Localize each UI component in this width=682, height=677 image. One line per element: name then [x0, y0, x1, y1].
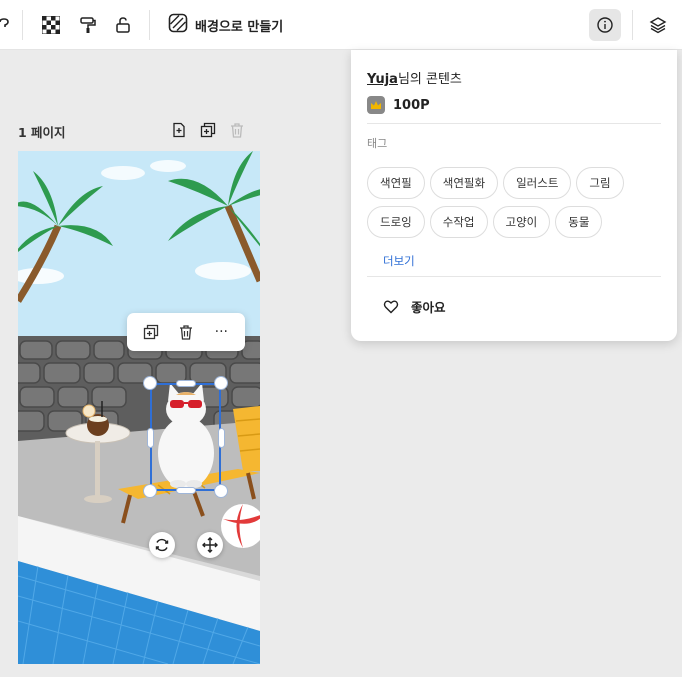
more-tags-link[interactable]: 더보기	[383, 253, 415, 269]
crown-icon	[367, 96, 385, 114]
help-icon[interactable]	[0, 13, 16, 37]
info-button[interactable]	[589, 9, 621, 41]
tag-chip[interactable]: 고양이	[492, 206, 551, 238]
resize-handle-bottom-right[interactable]	[214, 484, 228, 498]
tag-chip[interactable]: 그림	[576, 167, 624, 199]
unlock-icon[interactable]	[111, 13, 135, 37]
tag-chip[interactable]: 수작업	[429, 206, 488, 238]
illustration	[18, 151, 260, 664]
delete-element-icon[interactable]	[175, 321, 197, 343]
owner-name-link[interactable]: Yuja	[367, 72, 398, 87]
resize-handle-top-right[interactable]	[214, 376, 228, 390]
tag-chip[interactable]: 색연필	[367, 167, 425, 199]
resize-handle-left[interactable]	[147, 428, 154, 448]
selection-box[interactable]	[150, 383, 221, 491]
paint-roller-icon[interactable]	[76, 13, 100, 37]
element-toolbar: ···	[127, 313, 245, 351]
duplicate-element-icon[interactable]	[140, 321, 162, 343]
divider	[367, 123, 661, 124]
toolbar-divider	[22, 10, 23, 40]
points-value: 100P	[393, 97, 430, 113]
tag-list: 색연필 색연필화 일러스트 그림 드로잉 수작업 고양이 동물	[367, 167, 667, 238]
tag-chip[interactable]: 색연필화	[429, 167, 499, 199]
more-options-icon[interactable]: ···	[210, 321, 232, 343]
tag-chip[interactable]: 동물	[555, 206, 603, 238]
page-title: 1 페이지	[18, 125, 66, 140]
like-label: 좋아요	[411, 300, 446, 315]
resize-handle-bottom[interactable]	[176, 487, 196, 494]
top-toolbar: 배경으로 만들기	[0, 0, 682, 50]
tag-section-title: 태그	[367, 137, 388, 150]
info-icon	[597, 17, 613, 33]
transparency-icon[interactable]	[39, 13, 63, 37]
move-icon[interactable]	[197, 532, 223, 558]
rotate-icon[interactable]	[149, 532, 175, 558]
like-button[interactable]: 좋아요	[383, 297, 446, 316]
add-page-icon[interactable]	[170, 121, 188, 139]
layers-icon[interactable]	[646, 13, 670, 37]
make-background-button[interactable]: 배경으로 만들기	[168, 11, 283, 39]
tag-chip[interactable]: 드로잉	[367, 206, 425, 238]
duplicate-page-icon[interactable]	[199, 121, 217, 139]
resize-handle-top[interactable]	[176, 380, 196, 387]
resize-handle-right[interactable]	[218, 428, 225, 448]
background-icon	[168, 13, 188, 37]
toolbar-divider	[149, 10, 150, 40]
delete-page-icon	[228, 121, 246, 139]
resize-handle-top-left[interactable]	[143, 376, 157, 390]
page-canvas[interactable]	[18, 151, 260, 664]
owner-suffix: 님의 콘텐츠	[397, 72, 462, 87]
content-info-panel: Yuja님의 콘텐츠 100P 태그 색연필 색연필화 일러스트 그림 드로잉 …	[351, 50, 677, 341]
make-background-label: 배경으로 만들기	[195, 19, 284, 35]
toolbar-divider	[632, 10, 633, 40]
divider	[367, 276, 661, 277]
tag-chip[interactable]: 일러스트	[503, 167, 572, 199]
resize-handle-bottom-left[interactable]	[143, 484, 157, 498]
page-actions	[170, 121, 246, 139]
content-owner: Yuja님의 콘텐츠	[367, 68, 462, 87]
points-row: 100P	[367, 96, 430, 114]
heart-icon	[383, 300, 399, 314]
